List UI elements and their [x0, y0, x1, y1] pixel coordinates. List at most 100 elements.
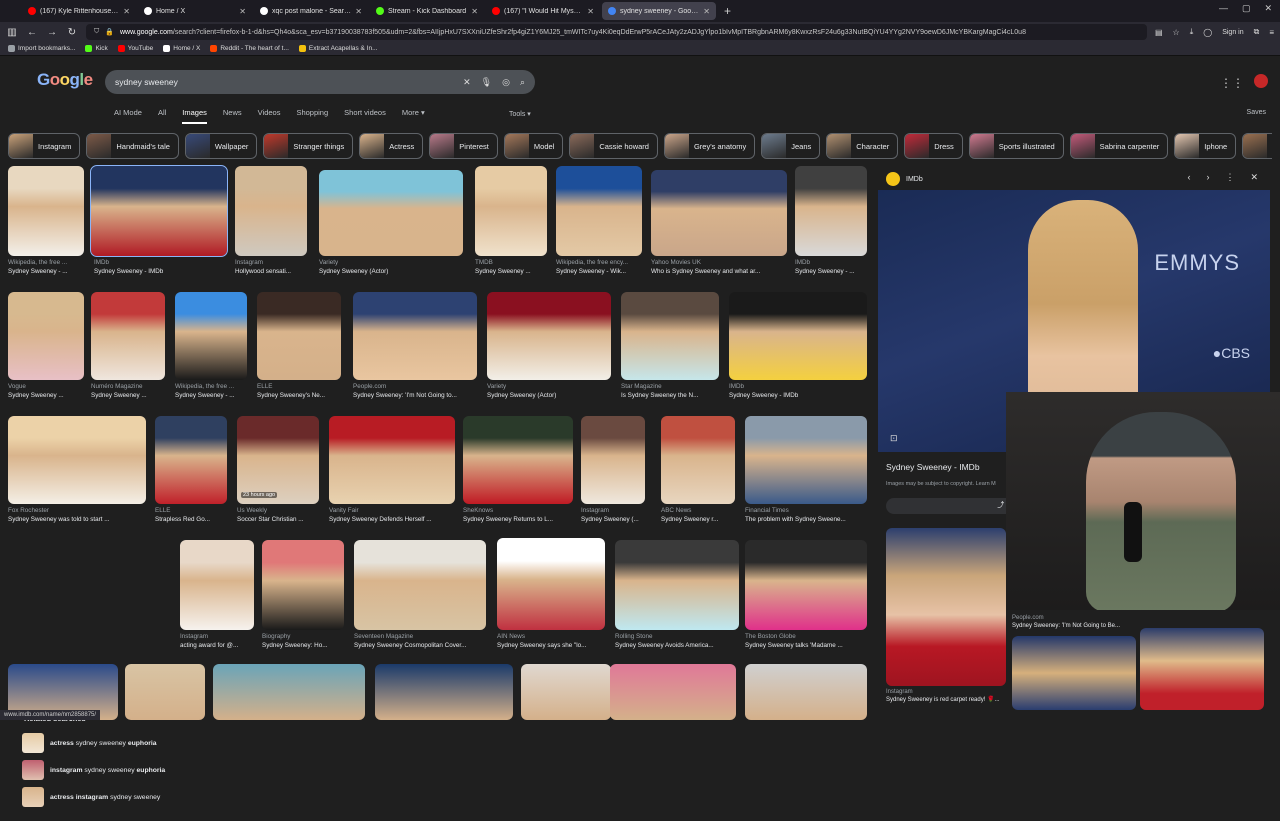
result-title[interactable]: Sydney Sweeney (Actor) [319, 267, 463, 276]
result-title[interactable]: Sydney Sweeney ... [475, 267, 547, 276]
result-title[interactable]: Sydney Sweeney ... [91, 391, 165, 400]
result-caption[interactable]: IMDb Sydney Sweeney - IMDb [729, 382, 867, 400]
result-title[interactable]: Sydney Sweeney r... [661, 515, 735, 524]
filter-chip[interactable]: Actress [359, 133, 424, 159]
result-caption[interactable]: Us Weekly Soccer Star Christian ... [237, 506, 319, 524]
result-caption[interactable]: Seventeen Magazine Sydney Sweeney Cosmopo… [354, 632, 486, 650]
bookmark-item[interactable]: Extract Acapellas & In... [298, 45, 378, 52]
result-title[interactable]: Soccer Star Christian ... [237, 515, 319, 524]
result-title[interactable]: Sydney Sweeney says she "lo... [497, 641, 605, 650]
result-title[interactable]: Sydney Sweeney - ... [795, 267, 867, 276]
result-image[interactable] [521, 664, 611, 720]
browser-tab[interactable]: (167) "I Would Hit Myself In The ✕ [486, 2, 600, 20]
result-image[interactable] [615, 540, 739, 630]
close-tab-icon[interactable]: ✕ [587, 7, 594, 16]
result-title[interactable]: Sydney Sweeney Cosmopolitan Cover... [354, 641, 486, 650]
result-caption[interactable]: TMDB Sydney Sweeney ... [475, 258, 547, 276]
result-image[interactable] [729, 292, 867, 380]
result-image[interactable] [237, 416, 319, 504]
related-search-item[interactable]: instagram sydney sweeney euphoria [22, 760, 178, 780]
search-tab[interactable]: Short videos [344, 108, 386, 124]
result-image[interactable] [257, 292, 341, 380]
related-search-item[interactable]: actress instagram sydney sweeney [22, 787, 178, 807]
result-title[interactable]: Sydney Sweeney talks 'Madame ... [745, 641, 867, 650]
result-image[interactable] [319, 170, 463, 256]
reload-icon[interactable]: ↻ [66, 27, 78, 38]
result-image[interactable] [610, 664, 736, 720]
result-title[interactable]: Sydney Sweeney Returns to L... [463, 515, 573, 524]
result-image[interactable] [235, 166, 307, 256]
reader-view-icon[interactable]: ▤ [1155, 28, 1163, 37]
lock-icon[interactable]: 🔒 [105, 28, 114, 36]
close-tab-icon[interactable]: ✕ [355, 7, 362, 16]
result-image[interactable] [354, 540, 486, 630]
result-caption[interactable]: The Boston Globe Sydney Sweeney talks 'Ma… [745, 632, 867, 650]
result-caption[interactable]: SheKnows Sydney Sweeney Returns to L... [463, 506, 573, 524]
forward-icon[interactable]: → [46, 27, 58, 38]
result-caption[interactable]: Wikipedia, the free ... Sydney Sweeney - … [175, 382, 247, 400]
result-title[interactable]: Sydney Sweeney Defends Herself ... [329, 515, 455, 524]
result-image[interactable] [8, 416, 146, 504]
result-caption[interactable]: Wikipedia, the free ... Sydney Sweeney - … [8, 258, 84, 276]
search-tab[interactable]: Shopping [296, 108, 328, 124]
result-title[interactable]: Sydney Sweeney - ... [175, 391, 247, 400]
result-image[interactable] [125, 664, 205, 720]
result-caption[interactable]: Instagram Hollywood sensati... [235, 258, 307, 276]
result-title[interactable]: Sydney Sweeney - Wik... [556, 267, 646, 276]
result-image[interactable] [91, 292, 165, 380]
browser-tab[interactable]: xqc post malone - Search / X✕ [254, 2, 368, 20]
filter-chip[interactable]: Model [503, 133, 564, 159]
related-search-item[interactable]: actress sydney sweeney euphoria [22, 733, 178, 753]
result-title[interactable]: Is Sydney Sweeney the N... [621, 391, 719, 400]
filter-chip[interactable]: Wallpaper [184, 133, 258, 159]
new-tab-button[interactable]: + [724, 4, 731, 18]
result-image[interactable] [8, 292, 84, 380]
lens-icon[interactable]: ⊡ [890, 433, 898, 444]
result-caption[interactable]: Instagram acting award for @... [180, 632, 254, 650]
result-title[interactable]: Sydney Sweeney is red carpet ready! 🌹... [886, 696, 1016, 704]
clear-icon[interactable]: ✕ [463, 77, 471, 88]
result-caption[interactable]: Biography Sydney Sweeney: Ho... [262, 632, 344, 650]
result-caption[interactable]: Variety Sydney Sweeney (Actor) [319, 258, 463, 276]
search-tab[interactable]: AI Mode [114, 108, 142, 124]
bookmark-item[interactable]: Reddit - The heart of t... [210, 45, 289, 52]
result-caption[interactable]: Financial Times The problem with Sydney S… [745, 506, 867, 524]
search-tab[interactable]: Videos [258, 108, 281, 124]
result-caption[interactable]: AIN News Sydney Sweeney says she "lo... [497, 632, 605, 650]
close-window-icon[interactable]: ✕ [1264, 3, 1272, 14]
search-tab[interactable]: News [223, 108, 242, 124]
filter-chip[interactable]: Iphone [1174, 133, 1237, 159]
search-icon[interactable]: ⌕ [520, 77, 525, 88]
result-image[interactable] [795, 166, 867, 256]
result-image[interactable] [329, 416, 455, 504]
browser-tab[interactable]: (167) Kyle Rittenhouse TRASHE ✕ [22, 2, 136, 20]
next-icon[interactable]: › [1206, 172, 1209, 183]
related-image[interactable] [886, 528, 1006, 686]
result-image[interactable] [475, 166, 547, 256]
result-caption[interactable]: Instagram Sydney Sweeney (... [581, 506, 645, 524]
mic-icon[interactable]: 🎙 [481, 77, 492, 88]
menu-icon[interactable]: ≡ [1269, 28, 1274, 37]
result-title[interactable]: Who is Sydney Sweeney and what ar... [651, 267, 787, 276]
account-icon[interactable]: ◯ [1203, 28, 1212, 37]
minimize-icon[interactable]: — [1219, 3, 1228, 14]
result-caption[interactable]: Fox Rochester Sydney Sweeney was told to … [8, 506, 146, 524]
result-image[interactable] [497, 538, 605, 630]
filter-chip[interactable]: Cassie howard [569, 133, 658, 159]
browser-tab[interactable]: Stream - Kick Dashboard ✕ [370, 2, 484, 20]
filter-chip[interactable]: Pinterest [429, 133, 498, 159]
bookmark-item[interactable]: Home / X [163, 45, 200, 52]
result-title[interactable]: Hollywood sensati... [235, 267, 307, 276]
result-title[interactable]: Sydney Sweeney: 'I'm Not Going to... [353, 391, 477, 400]
result-title[interactable]: Sydney Sweeney ... [8, 391, 84, 400]
close-tab-icon[interactable]: ✕ [471, 7, 478, 16]
more-icon[interactable]: ⋮ [1225, 172, 1234, 183]
result-caption[interactable]: ELLE Sydney Sweeney's Ne... [257, 382, 341, 400]
result-image[interactable] [745, 540, 867, 630]
previous-icon[interactable]: ‹ [1187, 172, 1190, 183]
result-title[interactable]: Sydney Sweeney: Ho... [262, 641, 344, 650]
shield-icon[interactable]: ⛉ [94, 28, 99, 36]
result-image[interactable] [651, 170, 787, 256]
panel-source[interactable]: IMDb [906, 176, 923, 183]
result-title[interactable]: Sydney Sweeney - IMDb [94, 267, 230, 276]
